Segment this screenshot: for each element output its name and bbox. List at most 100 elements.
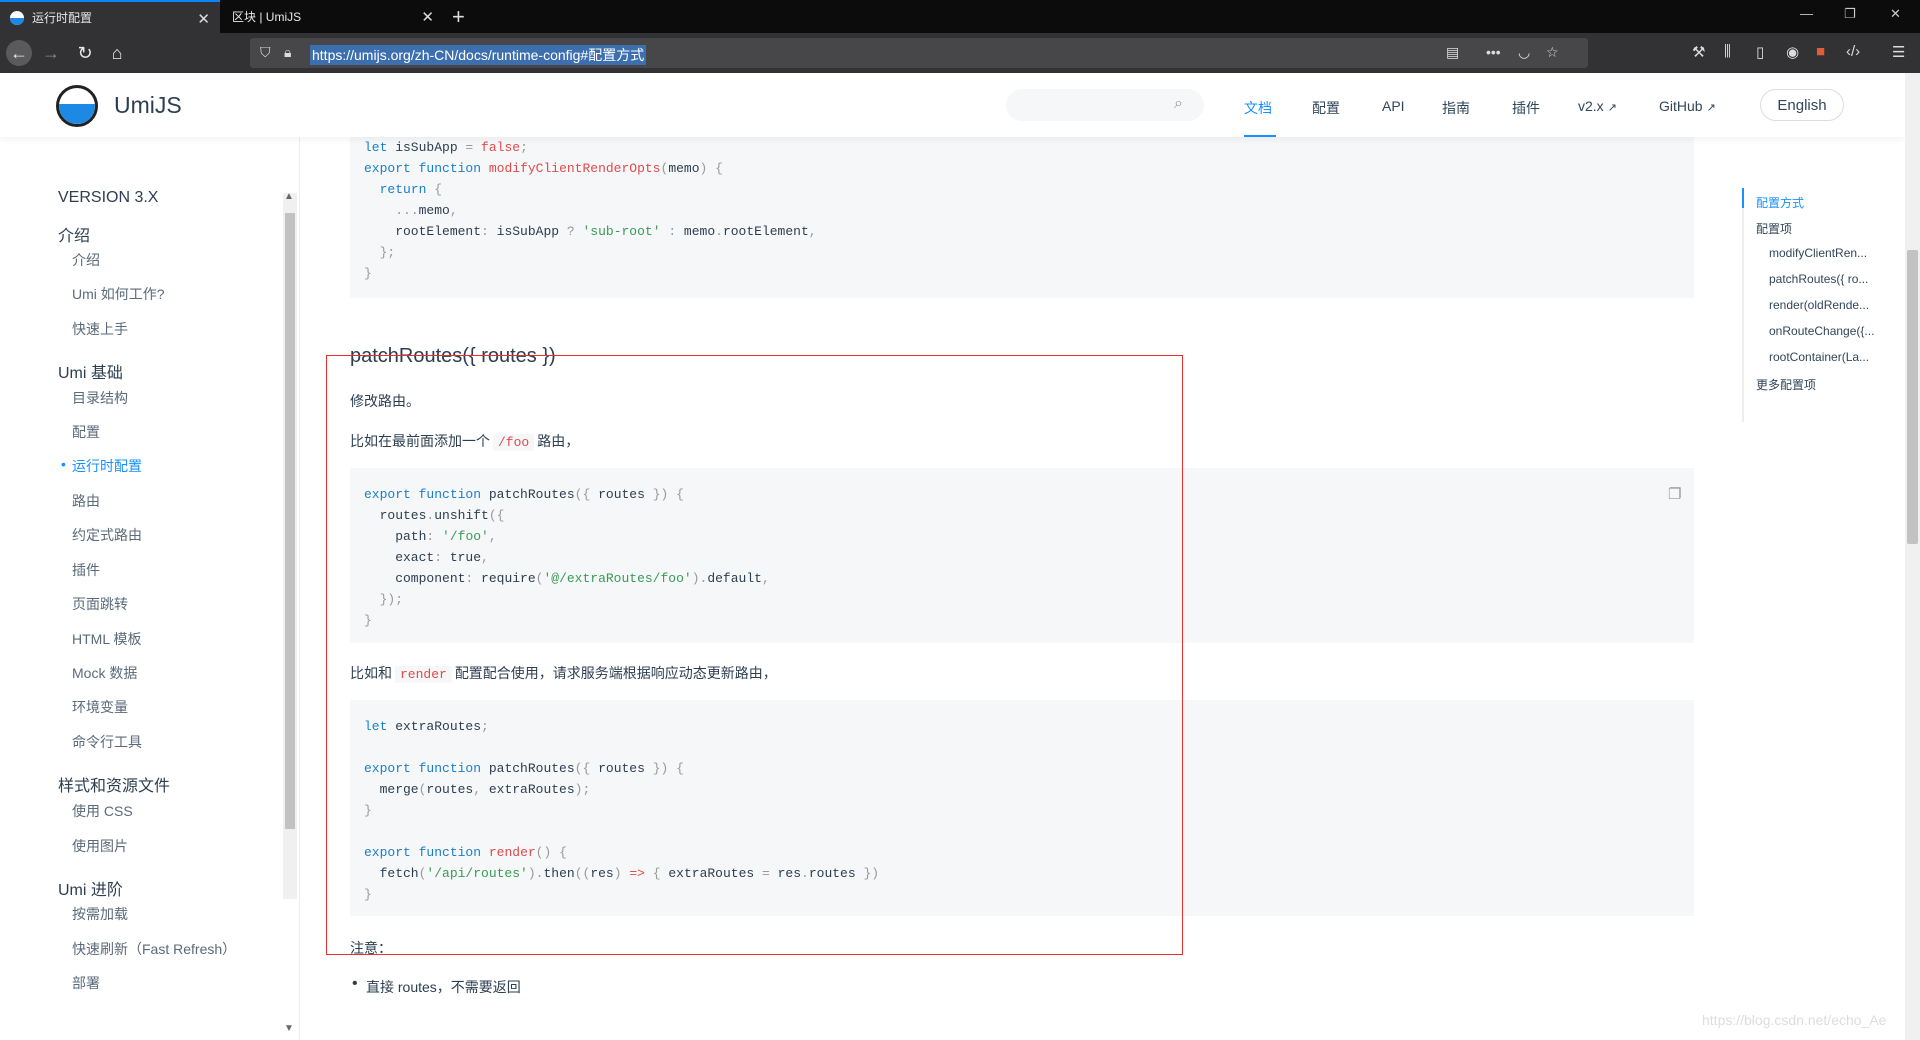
toc-active-indicator [1742, 188, 1744, 208]
toc-item-config-items[interactable]: 配置项 [1756, 220, 1792, 237]
section-heading: patchRoutes({ routes }) [350, 345, 556, 367]
url-text[interactable]: https://umijs.org/zh-CN/docs/runtime-con… [310, 45, 647, 65]
toc-item-more-config[interactable]: 更多配置项 [1756, 376, 1816, 393]
nav-v2[interactable]: v2.x ↗ [1578, 98, 1617, 114]
library-icon[interactable]: ⫼ [1724, 43, 1731, 60]
minimize-icon[interactable]: — [1800, 6, 1813, 21]
sidebar-item-routing[interactable]: 路由 [72, 491, 100, 511]
toc-item-root-container[interactable]: rootContainer(La... [1769, 350, 1869, 364]
sidebar-item-getting-started[interactable]: 快速上手 [72, 319, 128, 339]
nav-guide[interactable]: 指南 [1442, 98, 1470, 118]
tab-blocks[interactable]: 区块 | UmiJS ✕ [222, 0, 444, 33]
pocket-icon[interactable]: ◡ [1518, 44, 1530, 61]
browser-toolbar: ← → ↻ ⌂ ⛉ 🔒︎ https://umijs.org/zh-CN/doc… [0, 33, 1920, 73]
extension-icon[interactable]: ■ [1816, 43, 1825, 60]
toc-track [1742, 188, 1744, 422]
nav-v2-label: v2.x [1578, 98, 1604, 114]
nav-github-label: GitHub [1659, 98, 1703, 114]
toc-item-render[interactable]: render(oldRende... [1769, 298, 1869, 312]
home-icon[interactable]: ⌂ [104, 40, 130, 66]
sidebar-item-html-template[interactable]: HTML 模板 [72, 629, 141, 649]
sidebar-item-runtime-config[interactable]: 运行时配置 [61, 456, 142, 476]
sidebar-item-cli[interactable]: 命令行工具 [72, 732, 142, 752]
address-bar[interactable]: ⛉ 🔒︎ https://umijs.org/zh-CN/docs/runtim… [250, 38, 1588, 68]
sidebar-group-basics[interactable]: Umi 基础 [58, 359, 123, 383]
sidebar-item-config[interactable]: 配置 [72, 422, 100, 442]
tools-icon[interactable]: ⚒ [1692, 43, 1705, 61]
back-icon[interactable]: ← [6, 40, 32, 66]
scroll-down-icon[interactable]: ▼ [284, 1023, 294, 1034]
shield-icon[interactable]: ⛉ [260, 44, 271, 61]
close-tab-icon[interactable]: ✕ [421, 8, 434, 26]
copy-code-icon[interactable]: ❐ [1668, 485, 1681, 503]
paragraph-text: 比如和 [350, 665, 392, 681]
sidebar-group-intro[interactable]: 介绍 [58, 222, 90, 246]
sidebar-group-advanced[interactable]: Umi 进阶 [58, 876, 123, 900]
sidebar-item-plugins[interactable]: 插件 [72, 560, 100, 580]
nav-docs[interactable]: 文档 [1244, 98, 1272, 118]
watermark-text: https://blog.csdn.net/echo_Ae [1702, 1012, 1887, 1028]
sidebar-item-fast-refresh[interactable]: 快速刷新（Fast Refresh） [72, 939, 236, 959]
tab-runtime-config[interactable]: 运行时配置 ✕ [0, 0, 220, 33]
search-icon[interactable]: ⌕ [1174, 95, 1183, 113]
menu-icon[interactable]: ☰ [1892, 43, 1905, 61]
lock-icon[interactable]: 🔒︎ [284, 44, 291, 61]
language-button[interactable]: English [1760, 89, 1844, 121]
sidebar-item-directory[interactable]: 目录结构 [72, 388, 128, 408]
external-link-icon: ↗ [1706, 102, 1716, 114]
page-scroll-thumb[interactable] [1907, 250, 1918, 544]
reader-view-icon[interactable]: ▤ [1446, 44, 1459, 61]
sidebar-item-lazy-load[interactable]: 按需加载 [72, 904, 128, 924]
restore-icon[interactable]: ❐ [1844, 6, 1856, 22]
paragraph-text: 配置配合使用，请求服务端根据响应动态更新路由， [454, 665, 777, 681]
version-label[interactable]: VERSION 3.X [58, 189, 158, 207]
paragraph-text: 比如在最前面添加一个 [350, 433, 490, 449]
forward-icon[interactable]: → [38, 40, 64, 66]
page-scrollbar[interactable] [1905, 73, 1920, 1040]
sidebar-item-intro[interactable]: 介绍 [72, 250, 100, 270]
sidebar-item-how-it-works[interactable]: Umi 如何工作? [72, 284, 165, 304]
sidebar-item-navigation[interactable]: 页面跳转 [72, 594, 128, 614]
toc-item-patch-routes[interactable]: patchRoutes({ ro... [1769, 272, 1868, 286]
reload-icon[interactable]: ↻ [72, 40, 98, 66]
inline-code: /foo [493, 434, 535, 451]
sidebar-item-css[interactable]: 使用 CSS [72, 801, 133, 821]
code-block-patch-routes: export function patchRoutes({ routes }) … [350, 468, 1694, 643]
nav-github[interactable]: GitHub ↗ [1659, 98, 1716, 114]
sidebar-item-mock[interactable]: Mock 数据 [72, 663, 137, 683]
docs-sidebar: VERSION 3.X 介绍 介绍 Umi 如何工作? 快速上手 Umi 基础 … [0, 137, 300, 1040]
sidebar-item-convention-routing[interactable]: 约定式路由 [72, 525, 142, 545]
umi-logo-icon[interactable] [56, 85, 98, 127]
more-actions-icon[interactable]: ••• [1486, 44, 1501, 60]
umi-favicon-icon [10, 10, 24, 25]
paragraph-note: 注意： [350, 940, 392, 956]
browser-tab-bar: 运行时配置 ✕ 区块 | UmiJS ✕ + — ❐ ✕ [0, 0, 1920, 33]
code-block-modify-client-render-opts: let isSubApp = false; export function mo… [350, 113, 1694, 298]
sidebar-item-images[interactable]: 使用图片 [72, 836, 128, 856]
close-tab-icon[interactable]: ✕ [197, 10, 210, 28]
inline-code: render [395, 666, 452, 683]
bookmark-star-icon[interactable]: ☆ [1546, 44, 1559, 61]
new-tab-icon[interactable]: + [452, 4, 465, 30]
nav-config[interactable]: 配置 [1312, 98, 1340, 118]
paragraph-add-route: 比如在最前面添加一个/foo 路由， [350, 431, 579, 451]
nav-plugins[interactable]: 插件 [1512, 98, 1540, 118]
sidebar-item-env[interactable]: 环境变量 [72, 697, 128, 717]
sidebar-item-deploy[interactable]: 部署 [72, 973, 100, 993]
toc-item-on-route-change[interactable]: onRouteChange({... [1769, 324, 1874, 338]
brand-name[interactable]: UmiJS [114, 92, 182, 119]
tab-title: 区块 | UmiJS [232, 10, 302, 24]
sidebar-toggle-icon[interactable]: ▯ [1756, 43, 1764, 61]
nav-api[interactable]: API [1382, 98, 1405, 114]
sidebar-scroll-thumb[interactable] [285, 213, 295, 829]
page: UmiJS ⌕ 文档 配置 API 指南 插件 v2.x ↗ GitHub ↗ … [0, 73, 1905, 1040]
devtools-icon[interactable]: ‹/› [1846, 43, 1860, 60]
external-link-icon: ↗ [1607, 102, 1617, 114]
toc-item-modify-client-render-opts[interactable]: modifyClientRen... [1769, 246, 1867, 260]
nav-active-underline [1244, 135, 1276, 137]
scroll-up-icon[interactable]: ▲ [284, 191, 294, 202]
account-icon[interactable]: ◉ [1786, 43, 1799, 61]
close-window-icon[interactable]: ✕ [1890, 6, 1901, 22]
toc-item-config-mode[interactable]: 配置方式 [1756, 194, 1804, 211]
sidebar-group-assets[interactable]: 样式和资源文件 [58, 772, 170, 796]
